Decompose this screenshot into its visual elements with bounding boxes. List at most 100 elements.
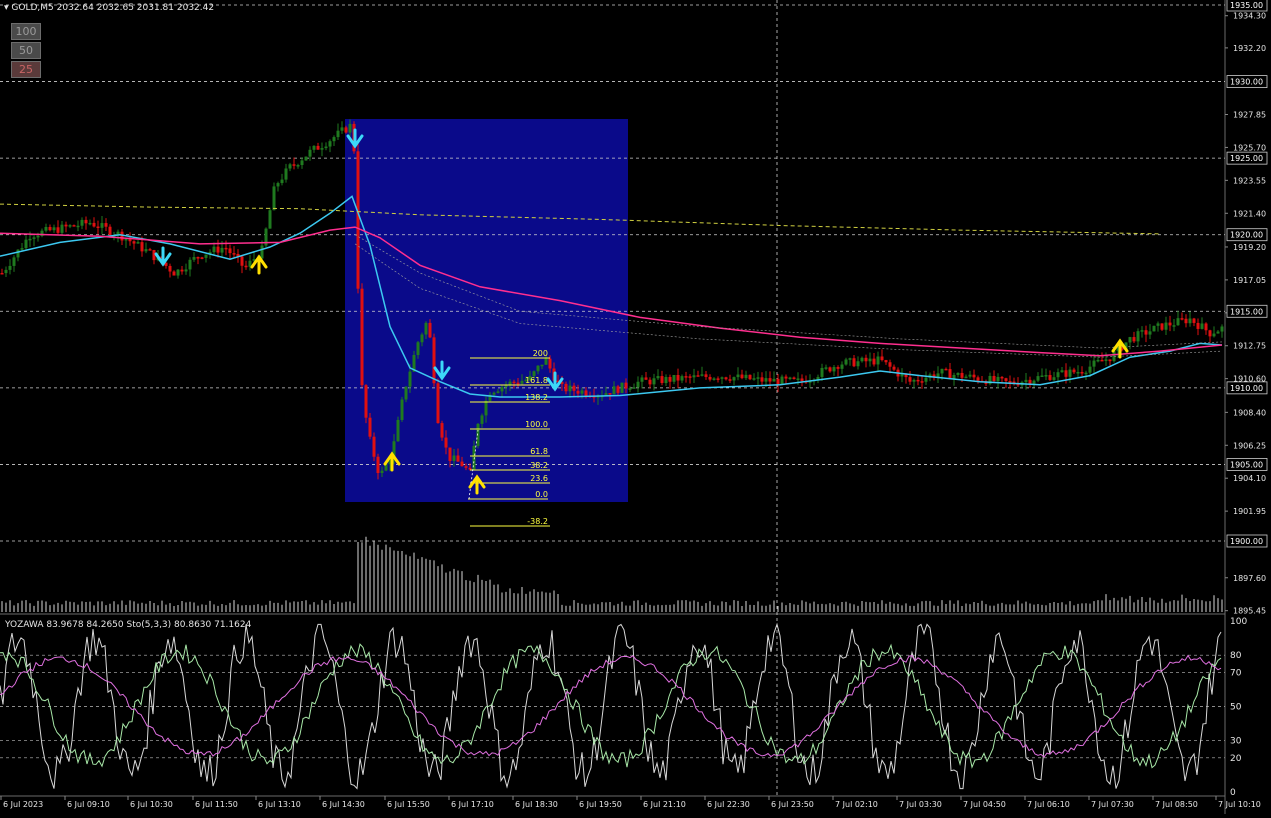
- round-level-price-label: 1930.00: [1230, 78, 1263, 87]
- bull-candle: [544, 358, 548, 365]
- bear-candle: [200, 257, 204, 259]
- bull-candle: [68, 225, 72, 227]
- bear-candle: [216, 246, 220, 253]
- bull-candle: [968, 374, 972, 377]
- round-level-price-label: 1935.00: [1230, 1, 1263, 10]
- time-axis-label: 7 Jul 08:50: [1155, 800, 1198, 809]
- bull-candle: [328, 141, 332, 147]
- ohlc-values: 2032.64 2032.65 2031.81 2032.42: [56, 3, 215, 13]
- bull-candle: [320, 148, 324, 150]
- fib-level-label: 38.2: [530, 461, 548, 470]
- bear-candle: [676, 374, 680, 381]
- bear-candle: [0, 273, 4, 275]
- bull-candle: [700, 374, 704, 376]
- bear-candle: [548, 358, 552, 369]
- bear-candle: [292, 164, 296, 166]
- lot-100-button[interactable]: 100: [11, 23, 41, 40]
- price-chart-canvas[interactable]: 200161.8138.2100.061.838.223.60.0-38.210…: [0, 0, 1271, 814]
- bear-candle: [908, 377, 912, 382]
- bull-candle: [184, 269, 188, 272]
- bull-candle: [788, 377, 792, 379]
- lot-50-button[interactable]: 50: [11, 42, 41, 59]
- bear-candle: [1132, 337, 1136, 342]
- bear-candle: [716, 378, 720, 380]
- bull-candle: [76, 225, 80, 228]
- bull-candle: [952, 374, 956, 379]
- bear-candle: [1048, 375, 1052, 380]
- bull-candle: [656, 376, 660, 379]
- collapse-triangle-icon[interactable]: ▾: [4, 3, 9, 13]
- bear-candle: [428, 322, 432, 338]
- bull-candle: [1068, 369, 1072, 377]
- time-axis-label: 7 Jul 07:30: [1091, 800, 1134, 809]
- bear-candle: [512, 381, 516, 384]
- bull-candle: [380, 470, 384, 473]
- bear-candle: [1168, 322, 1172, 326]
- bear-candle: [1208, 330, 1212, 337]
- bear-candle: [828, 367, 832, 372]
- bull-candle: [1188, 318, 1192, 324]
- bull-candle: [348, 123, 352, 133]
- bear-candle: [976, 377, 980, 381]
- price-axis-label: 1895.45: [1233, 607, 1266, 616]
- bull-candle: [204, 254, 208, 258]
- bear-candle: [880, 356, 884, 361]
- bear-candle: [172, 271, 176, 276]
- bull-candle: [404, 386, 408, 400]
- bull-candle: [536, 365, 540, 372]
- bull-candle: [664, 377, 668, 384]
- bear-candle: [704, 374, 708, 377]
- bear-candle: [660, 376, 664, 384]
- bull-candle: [88, 222, 92, 225]
- bull-candle: [176, 269, 180, 276]
- bull-candle: [772, 378, 776, 382]
- bull-candle: [840, 364, 844, 369]
- bull-candle: [268, 210, 272, 229]
- bull-candle: [692, 375, 696, 378]
- bull-candle: [1112, 351, 1116, 362]
- lot-25-button[interactable]: 25: [11, 61, 41, 78]
- bull-candle: [580, 390, 584, 394]
- bull-candle: [272, 186, 276, 211]
- bear-candle: [972, 374, 976, 378]
- bear-candle: [168, 265, 172, 272]
- bear-candle: [564, 383, 568, 392]
- price-axis-label: 1923.55: [1233, 176, 1266, 185]
- bull-candle: [1164, 322, 1168, 330]
- bear-candle: [468, 467, 472, 470]
- bear-candle: [872, 358, 876, 365]
- bull-candle: [212, 246, 216, 253]
- bull-candle: [712, 378, 716, 380]
- fib-level-label: 0.0: [535, 490, 548, 499]
- bull-candle: [1084, 372, 1088, 375]
- bear-candle: [356, 151, 360, 289]
- price-axis-label: 1906.25: [1233, 441, 1266, 450]
- bull-candle: [400, 399, 404, 420]
- bull-candle: [744, 374, 748, 379]
- time-axis-label: 6 Jul 09:10: [67, 800, 110, 809]
- fib-level-label: 200: [533, 349, 548, 358]
- bull-candle: [424, 322, 428, 335]
- bear-candle: [784, 376, 788, 379]
- bear-candle: [364, 385, 368, 418]
- time-axis-label: 6 Jul 2023: [3, 800, 43, 809]
- round-level-price-label: 1915.00: [1230, 307, 1263, 316]
- bull-candle: [1128, 337, 1132, 343]
- bull-candle: [732, 377, 736, 381]
- bull-candle: [480, 415, 484, 424]
- bear-candle: [448, 447, 452, 461]
- bull-candle: [824, 367, 828, 369]
- bull-candle: [496, 391, 500, 393]
- bull-candle: [304, 156, 308, 161]
- bull-candle: [820, 367, 824, 377]
- round-level-price-label: 1910.00: [1230, 384, 1263, 393]
- trading-chart[interactable]: 200 161.8 138.2 100.0 61.8 38.2 23.6 0.0 -38.2 10…: [0, 0, 1271, 814]
- bull-candle: [1056, 372, 1060, 378]
- time-axis-label: 6 Jul 18:30: [515, 800, 558, 809]
- time-axis-label: 7 Jul 02:10: [835, 800, 878, 809]
- bear-candle: [1192, 318, 1196, 323]
- bull-candle: [1024, 379, 1028, 383]
- bull-candle: [628, 388, 632, 390]
- bear-candle: [108, 226, 112, 236]
- bear-candle: [624, 382, 628, 389]
